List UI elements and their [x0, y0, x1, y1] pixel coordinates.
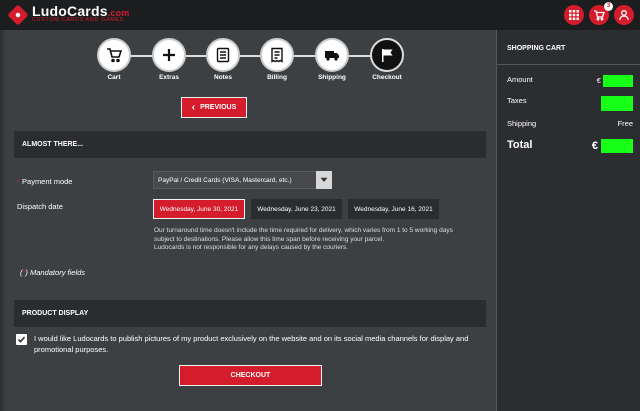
- top-bar: LudoCards.com CUSTOM CARDS AND GAMES 3: [0, 0, 640, 30]
- cart-icon: [594, 10, 605, 21]
- checkmark-icon: [17, 336, 26, 343]
- step-label: Extras: [159, 74, 179, 81]
- step-extras[interactable]: Extras: [141, 38, 197, 81]
- logo-mark-icon: [7, 4, 29, 26]
- checkout-steps: Cart Extras Notes Billing Shipping Check…: [96, 38, 408, 88]
- chevron-left-icon: ‹: [191, 101, 196, 113]
- publish-consent-text: I would like Ludocards to publish pictur…: [34, 334, 469, 354]
- cart-title: SHOPPING CART: [507, 45, 566, 52]
- previous-button[interactable]: ‹ PREVIOUS: [181, 97, 247, 118]
- product-display-header: PRODUCT DISPLAY: [14, 300, 486, 327]
- step-label: Notes: [213, 74, 233, 81]
- dispatch-date-option-2[interactable]: Wednesday, June 23, 2021: [251, 199, 342, 219]
- user-icon: [619, 10, 629, 21]
- step-notes[interactable]: Notes: [195, 38, 251, 81]
- almost-there-header: ALMOST THERE...: [14, 131, 486, 158]
- menu-grid-button[interactable]: [564, 5, 584, 25]
- grid-icon: [569, 10, 579, 20]
- step-label: Shipping: [318, 74, 346, 81]
- flag-icon: [382, 49, 393, 62]
- cart-total-row: Total €: [507, 139, 633, 153]
- list-icon: [216, 47, 230, 63]
- plus-icon: [163, 49, 175, 61]
- payment-mode-select[interactable]: PayPal / Credit Cards (VISA, Mastercard,…: [153, 171, 332, 189]
- truck-icon: [325, 51, 339, 61]
- receipt-icon: [271, 47, 283, 63]
- left-edge-shadow: [0, 30, 6, 411]
- amount-currency: €: [596, 75, 601, 85]
- payment-mode-label: * Payment mode: [17, 177, 73, 186]
- amount-label: Amount: [507, 75, 533, 84]
- required-asterisk: *: [17, 177, 20, 186]
- cart-shipping-row: Shipping Free: [507, 119, 633, 128]
- cart-amount-row: Amount €: [507, 75, 633, 87]
- total-label: Total: [507, 139, 533, 151]
- dispatch-date-option-3[interactable]: Wednesday, June 16, 2021: [348, 199, 439, 219]
- cart-taxes-row: Taxes: [507, 96, 633, 111]
- amount-redacted-value: [603, 75, 633, 87]
- delivery-note-line: Ludocards is not responsible for any del…: [154, 244, 349, 251]
- shipping-value: Free: [617, 119, 633, 128]
- step-checkout[interactable]: Checkout: [359, 38, 415, 81]
- step-shipping[interactable]: Shipping: [304, 38, 360, 81]
- dispatch-date-option-1[interactable]: Wednesday, June 30, 2021: [153, 199, 245, 219]
- delivery-note: Our turnaround time doesn't include the …: [154, 227, 494, 253]
- cart-icon: [107, 48, 122, 63]
- step-label: Checkout: [372, 74, 402, 81]
- taxes-redacted-value: [601, 96, 633, 111]
- delivery-note-line: Our turnaround time doesn't include the …: [154, 227, 453, 234]
- payment-mode-value: PayPal / Credit Cards (VISA, Mastercard,…: [158, 177, 292, 184]
- shopping-cart-panel: SHOPPING CART Amount € Taxes Shipping Fr…: [496, 30, 640, 411]
- chevron-down-icon[interactable]: [316, 171, 332, 189]
- step-cart[interactable]: Cart: [86, 38, 142, 81]
- step-label: Cart: [107, 74, 121, 81]
- previous-label: PREVIOUS: [200, 104, 237, 111]
- account-button[interactable]: [614, 5, 634, 25]
- publish-consent-checkbox[interactable]: [16, 334, 27, 345]
- step-label: Billing: [267, 74, 287, 81]
- total-currency: €: [591, 139, 598, 152]
- shipping-label: Shipping: [507, 119, 537, 128]
- taxes-label: Taxes: [507, 96, 527, 105]
- ludocards-logo[interactable]: LudoCards.com CUSTOM CARDS AND GAMES: [7, 3, 158, 26]
- step-billing[interactable]: Billing: [249, 38, 305, 81]
- cart-divider: [497, 64, 640, 65]
- total-redacted-value: [601, 139, 633, 153]
- mandatory-fields-note: (*) Mandatory fields: [20, 268, 86, 277]
- checkout-button[interactable]: CHECKOUT: [179, 365, 322, 386]
- delivery-note-line: subject to destinations. Please allow th…: [154, 235, 385, 243]
- dispatch-date-label: Dispatch date: [17, 202, 63, 211]
- cart-count-badge: 3: [604, 2, 613, 11]
- brand-tagline: CUSTOM CARDS AND GAMES: [32, 17, 124, 23]
- header-cart-button[interactable]: 3: [589, 2, 613, 25]
